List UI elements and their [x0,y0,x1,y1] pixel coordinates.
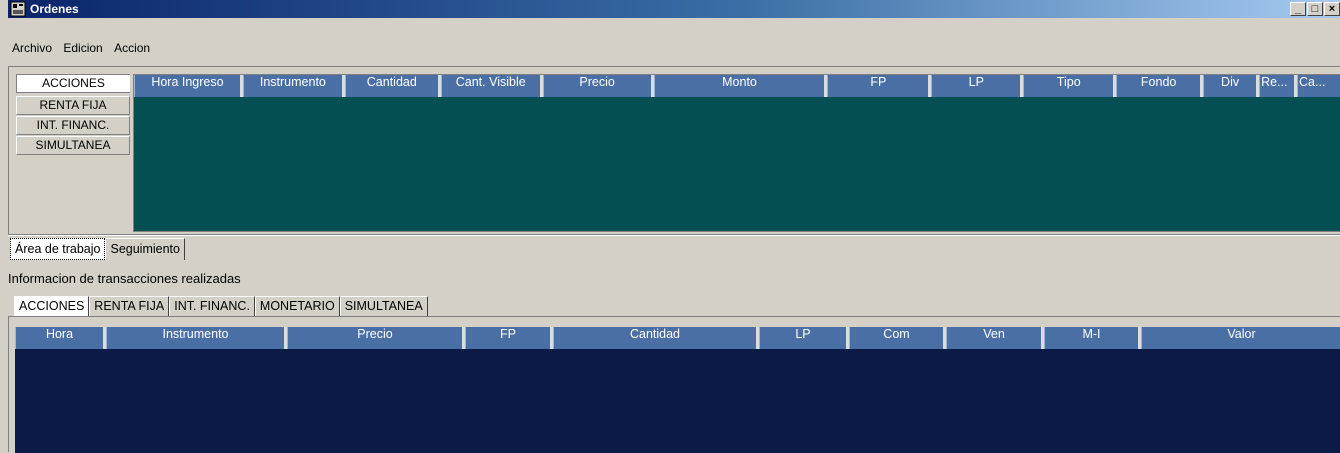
tab-int-financ[interactable]: INT. FINANC. [169,296,255,316]
left-tab-int-financ[interactable]: INT. FINANC. [16,116,130,135]
col-valor[interactable]: Valor [1141,327,1340,349]
menu-bar: Archivo Edicion Accion [8,38,608,58]
col-hora[interactable]: Hora [15,327,106,349]
left-tab-renta-fija[interactable]: RENTA FIJA [16,96,130,115]
transactions-table-body[interactable] [15,349,1340,453]
col-ven[interactable]: Ven [946,327,1044,349]
col-div[interactable]: Div [1203,75,1260,97]
transactions-table: Hora Instrumento Precio FP Cantidad LP C… [15,327,1340,453]
transactions-panel: Hora Instrumento Precio FP Cantidad LP C… [8,316,1340,453]
col-cantidad[interactable]: Cantidad [344,75,441,97]
tab-seguimiento[interactable]: Seguimiento [105,238,185,260]
col-precio[interactable]: Precio [542,75,654,97]
app-icon [10,1,26,17]
left-tab-simultanea[interactable]: SIMULTANEA [16,136,130,155]
splitter[interactable] [8,234,1340,236]
window-title: Ordenes [30,2,79,16]
col-lp[interactable]: LP [931,75,1024,97]
transaction-tabs: ACCIONES RENTA FIJA INT. FINANC. MONETARIO S… [14,296,428,316]
col-fondo[interactable]: Fondo [1116,75,1204,97]
col-ca[interactable]: Ca... [1297,75,1340,97]
col-com[interactable]: Com [849,327,946,349]
close-button[interactable]: × [1324,2,1340,16]
tab-monetario[interactable]: MONETARIO [254,296,340,316]
tab-renta-fija[interactable]: RENTA FIJA [89,296,170,316]
menu-accion[interactable]: Accion [110,38,154,58]
col-lp-t[interactable]: LP [759,327,849,349]
title-bar: Ordenes _ □ × [8,0,1340,18]
col-hora-ingreso[interactable]: Hora Ingreso [134,75,243,97]
view-tabs: Área de trabajo Seguimiento [10,238,185,260]
col-tipo[interactable]: Tipo [1023,75,1117,97]
tab-simultanea[interactable]: SIMULTANEA [339,296,428,316]
tab-acciones[interactable]: ACCIONES [14,296,90,316]
orders-table-header: Hora Ingreso Instrumento Cantidad Cant. … [134,75,1340,97]
orders-table: Hora Ingreso Instrumento Cantidad Cant. … [133,74,1340,232]
col-instrumento[interactable]: Instrumento [242,75,345,97]
tab-area-de-trabajo[interactable]: Área de trabajo [10,238,106,260]
col-fp-t[interactable]: FP [465,327,553,349]
info-label: Informacion de transacciones realizadas [8,271,241,286]
transactions-table-header: Hora Instrumento Precio FP Cantidad LP C… [15,327,1340,349]
col-fp[interactable]: FP [827,75,932,97]
minimize-button[interactable]: _ [1290,2,1306,16]
col-m-i[interactable]: M-I [1044,327,1141,349]
col-precio-t[interactable]: Precio [287,327,465,349]
left-tab-acciones[interactable]: ACCIONES [16,74,130,93]
maximize-button[interactable]: □ [1307,2,1323,16]
menu-archivo[interactable]: Archivo [8,38,56,58]
orders-table-body[interactable] [134,97,1340,231]
col-cant-visible[interactable]: Cant. Visible [440,75,543,97]
col-cantidad-t[interactable]: Cantidad [553,327,759,349]
col-monto[interactable]: Monto [653,75,828,97]
col-instrumento-t[interactable]: Instrumento [106,327,287,349]
col-re[interactable]: Re... [1259,75,1298,97]
menu-edicion[interactable]: Edicion [59,38,106,58]
